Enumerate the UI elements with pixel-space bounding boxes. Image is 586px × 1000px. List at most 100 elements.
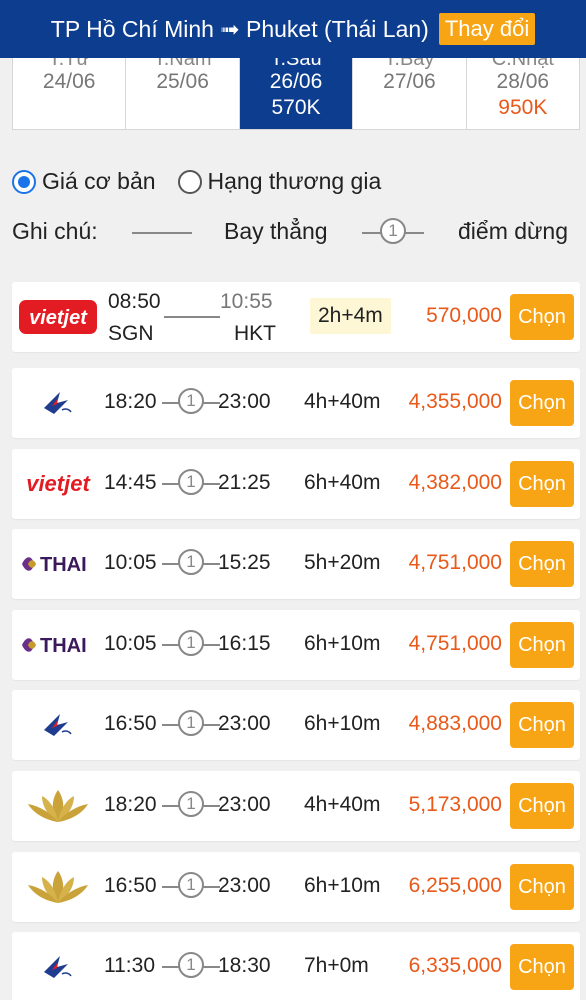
logo-text: THAI <box>40 554 87 576</box>
departure-time: 14:45 <box>104 471 157 494</box>
flight-card[interactable]: 18:20 1 23:00 4h+40m 4,355,000 Chọn <box>12 368 580 438</box>
thai-airways-logo-icon: THAI <box>18 543 98 585</box>
legend-direct: Bay thẳng <box>224 218 328 244</box>
stop-count: 1 <box>178 549 204 575</box>
flight-card[interactable]: 16:50 1 23:00 6h+10m 4,883,000 Chọn <box>12 690 580 760</box>
logo-text: vietjet <box>29 307 88 329</box>
date-price: 950K <box>498 96 548 119</box>
fare-class-options: Giá cơ bản Hạng thương gia <box>12 168 403 195</box>
date-value: 25/06 <box>156 70 209 93</box>
destination-code: HKT <box>234 322 276 345</box>
flight-card[interactable]: 18:20 1 23:00 4h+40m 5,173,000 Chọn <box>12 771 580 841</box>
radio-basic[interactable] <box>12 169 36 194</box>
basic-fare-label: Giá cơ bản <box>42 168 156 194</box>
flight-duration: 6h+10m <box>304 874 381 897</box>
flight-card[interactable]: vietjet 08:50 SGN 10:55 HKT 2h+4m 570,00… <box>12 282 580 352</box>
choose-button[interactable]: Chọn <box>510 380 574 426</box>
date-value: 27/06 <box>383 70 436 93</box>
flight-duration: 2h+4m <box>310 298 391 334</box>
direct-line-icon <box>132 232 192 234</box>
direct-line-icon <box>164 316 220 318</box>
stop-count: 1 <box>178 710 204 736</box>
departure-time: 16:50 <box>104 874 157 897</box>
choose-button[interactable]: Chọn <box>510 622 574 668</box>
choose-button[interactable]: Chọn <box>510 294 574 340</box>
stop-indicator: 1 <box>178 388 204 414</box>
date-tab-2[interactable]: T.Sáu 26/06 570K <box>239 58 354 129</box>
vietjet-logo-icon: vietjet <box>18 463 98 505</box>
date-tab-0[interactable]: T.Tư 24/06 <box>13 58 127 129</box>
legend-label: Ghi chú: <box>12 218 98 244</box>
flight-card[interactable]: vietjet 14:45 1 21:25 6h+40m 4,382,000 C… <box>12 449 580 519</box>
stop-count: 1 <box>178 630 204 656</box>
departure-time: 11:30 <box>104 954 155 977</box>
arrival-time: 23:00 <box>218 874 271 897</box>
stop-indicator: 1 <box>178 952 204 978</box>
flight-price: 4,355,000 <box>408 390 502 413</box>
thai-airways-logo-icon: THAI <box>18 624 98 666</box>
flight-card[interactable]: 16:50 1 23:00 6h+10m 6,255,000 Chọn <box>12 852 580 922</box>
arrival-time: 23:00 <box>218 712 271 735</box>
flight-price: 6,255,000 <box>408 874 502 897</box>
flight-duration: 4h+40m <box>304 390 381 413</box>
departure-time: 10:05 <box>104 632 157 655</box>
choose-button[interactable]: Chọn <box>510 783 574 829</box>
flight-price: 4,751,000 <box>408 551 502 574</box>
arrival-time: 21:25 <box>218 471 271 494</box>
departure-time: 18:20 <box>104 390 157 413</box>
flight-price: 4,883,000 <box>408 712 502 735</box>
stop-count: 1 <box>178 952 204 978</box>
flight-card[interactable]: 11:30 1 18:30 7h+0m 6,335,000 Chọn <box>12 932 580 1000</box>
flight-duration: 6h+40m <box>304 471 381 494</box>
flight-card[interactable]: THAI 10:05 1 16:15 6h+10m 4,751,000 Chọn <box>12 610 580 680</box>
choose-button[interactable]: Chọn <box>510 702 574 748</box>
stop-count: 1 <box>178 469 204 495</box>
arrival-time: 18:30 <box>218 954 271 977</box>
flight-duration: 6h+10m <box>304 632 381 655</box>
stop-number: 1 <box>380 218 406 244</box>
flight-duration: 4h+40m <box>304 793 381 816</box>
choose-button[interactable]: Chọn <box>510 541 574 587</box>
stop-indicator: 1 <box>178 791 204 817</box>
basic-fare-option[interactable]: Giá cơ bản <box>12 168 156 195</box>
choose-button[interactable]: Chọn <box>510 944 574 990</box>
vietnam-airlines-lotus-icon <box>18 866 98 908</box>
bangkok-airways-logo-icon <box>18 946 98 988</box>
choose-button[interactable]: Chọn <box>510 461 574 507</box>
legend: Ghi chú: Bay thẳng 1 điểm dừng <box>12 216 578 250</box>
legend-stop-label: điểm dừng <box>458 218 569 244</box>
departure-time: 16:50 <box>104 712 157 735</box>
date-tab-1[interactable]: T.Năm 25/06 <box>126 58 240 129</box>
bangkok-airways-logo-icon <box>18 704 98 746</box>
departure-time: 18:20 <box>104 793 157 816</box>
arrival-time: 23:00 <box>218 793 271 816</box>
route-title: TP Hồ Chí Minh ➟ Phuket (Thái Lan) <box>50 15 429 42</box>
flight-card[interactable]: THAI 10:05 1 15:25 5h+20m 4,751,000 Chọn <box>12 529 580 599</box>
departure-time: 08:50 <box>108 290 161 313</box>
bangkok-airways-logo-icon <box>18 382 98 424</box>
stop-count: 1 <box>178 791 204 817</box>
date-tab-4[interactable]: C.Nhật 28/06 950K <box>467 58 579 129</box>
business-class-option[interactable]: Hạng thương gia <box>177 168 382 195</box>
stop-indicator: 1 <box>178 469 204 495</box>
change-route-button[interactable]: Thay đổi <box>438 13 536 45</box>
stop-indicator: 1 <box>178 710 204 736</box>
flight-duration: 5h+20m <box>304 551 381 574</box>
date-tab-3[interactable]: T.Bảy 27/06 <box>353 58 467 129</box>
logo-text: THAI <box>40 635 87 657</box>
date-selector: T.Tư 24/06 T.Năm 25/06 T.Sáu 26/06 570K … <box>12 58 580 130</box>
stop-count: 1 <box>178 388 204 414</box>
arrival-time: 15:25 <box>218 551 271 574</box>
arrival-time: 10:55 <box>220 290 273 313</box>
departure-time: 10:05 <box>104 551 157 574</box>
flight-price: 4,751,000 <box>408 632 502 655</box>
radio-business[interactable] <box>177 169 202 194</box>
choose-button[interactable]: Chọn <box>510 864 574 910</box>
flight-price: 5,173,000 <box>408 793 502 816</box>
flight-price: 570,000 <box>426 304 502 327</box>
business-class-label: Hạng thương gia <box>207 168 382 194</box>
origin-code: SGN <box>108 322 154 345</box>
stop-indicator: 1 <box>178 549 204 575</box>
vietnam-airlines-lotus-icon <box>18 785 98 827</box>
date-value: 28/06 <box>496 70 550 93</box>
